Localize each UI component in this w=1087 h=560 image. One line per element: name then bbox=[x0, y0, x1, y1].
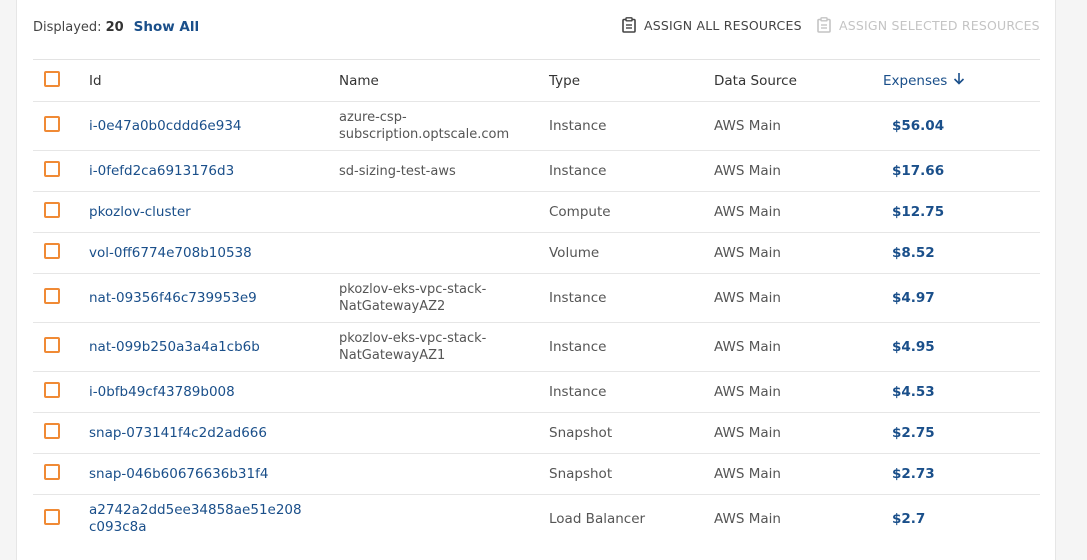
resource-name: azure-csp-subscription.optscale.com bbox=[339, 110, 510, 142]
resource-data-source: AWS Main bbox=[714, 101, 883, 151]
row-checkbox[interactable] bbox=[44, 423, 60, 439]
resource-id-link[interactable]: i-0e47a0b0cddd6e934 bbox=[89, 118, 304, 135]
resource-expenses: $2.75 bbox=[883, 412, 1040, 454]
displayed-label: Displayed: bbox=[33, 20, 102, 35]
resources-table: Id Name Type Data Source Expenses i-0e47… bbox=[33, 59, 1040, 544]
resource-expenses: $4.53 bbox=[883, 371, 1040, 413]
clipboard-icon bbox=[622, 17, 636, 33]
resource-id-link[interactable]: nat-099b250a3a4a1cb6b bbox=[89, 339, 304, 356]
assign-selected-label: ASSIGN SELECTED RESOURCES bbox=[839, 17, 1040, 33]
assign-all-resources-button[interactable]: ASSIGN ALL RESOURCES bbox=[622, 17, 802, 33]
resource-expenses: $56.04 bbox=[883, 101, 1040, 151]
assign-selected-resources-button[interactable]: ASSIGN SELECTED RESOURCES bbox=[817, 17, 1040, 33]
resource-data-source: AWS Main bbox=[714, 150, 883, 192]
resource-id-link[interactable]: vol-0ff6774e708b10538 bbox=[89, 245, 304, 262]
resource-type: Volume bbox=[549, 232, 714, 274]
row-checkbox[interactable] bbox=[44, 337, 60, 353]
table-row[interactable]: i-0bfb49cf43789b008 Instance AWS Main $4… bbox=[33, 371, 1040, 413]
row-checkbox[interactable] bbox=[44, 464, 60, 480]
resource-name: pkozlov-eks-vpc-stack-NatGatewayAZ2 bbox=[339, 282, 487, 314]
resource-expenses: $2.73 bbox=[883, 453, 1040, 495]
table-row[interactable]: nat-099b250a3a4a1cb6b pkozlov-eks-vpc-st… bbox=[33, 322, 1040, 372]
header-expenses-label: Expenses bbox=[883, 72, 948, 89]
resource-type: Instance bbox=[549, 322, 714, 372]
select-all-checkbox[interactable] bbox=[44, 70, 60, 87]
header-expenses-cell: Expenses bbox=[883, 59, 1040, 102]
resource-id-link[interactable]: i-0fefd2ca6913176d3 bbox=[89, 163, 304, 180]
resource-data-source: AWS Main bbox=[714, 453, 883, 495]
table-row[interactable]: vol-0ff6774e708b10538 Volume AWS Main $8… bbox=[33, 232, 1040, 274]
resource-id-link[interactable]: i-0bfb49cf43789b008 bbox=[89, 384, 304, 401]
resource-data-source: AWS Main bbox=[714, 191, 883, 233]
resource-expenses: $2.7 bbox=[883, 494, 1040, 544]
table-toolbar: Displayed: 20 Show All ASSIGN ALL RESOUR… bbox=[17, 0, 1055, 54]
resource-data-source: AWS Main bbox=[714, 232, 883, 274]
resource-type: Snapshot bbox=[549, 412, 714, 454]
show-all-link[interactable]: Show All bbox=[134, 19, 199, 35]
displayed-count: 20 bbox=[105, 20, 124, 35]
table-row[interactable]: i-0e47a0b0cddd6e934 azure-csp-subscripti… bbox=[33, 101, 1040, 151]
resource-data-source: AWS Main bbox=[714, 322, 883, 372]
resource-id-link[interactable]: nat-09356f46c739953e9 bbox=[89, 290, 304, 307]
resource-expenses: $4.95 bbox=[883, 322, 1040, 372]
resource-type: Instance bbox=[549, 371, 714, 413]
resource-type: Compute bbox=[549, 191, 714, 233]
resource-expenses: $12.75 bbox=[883, 191, 1040, 233]
resource-id-link[interactable]: snap-073141f4c2d2ad666 bbox=[89, 425, 304, 442]
resource-type: Instance bbox=[549, 273, 714, 323]
table-row[interactable]: nat-09356f46c739953e9 pkozlov-eks-vpc-st… bbox=[33, 273, 1040, 323]
row-checkbox[interactable] bbox=[44, 288, 60, 304]
table-header-row: Id Name Type Data Source Expenses bbox=[33, 59, 1040, 102]
resource-id-link[interactable]: snap-046b60676636b31f4 bbox=[89, 466, 304, 483]
row-checkbox[interactable] bbox=[44, 243, 60, 259]
resource-type: Snapshot bbox=[549, 453, 714, 495]
assign-all-label: ASSIGN ALL RESOURCES bbox=[644, 17, 802, 33]
row-checkbox[interactable] bbox=[44, 382, 60, 398]
table-row[interactable]: snap-046b60676636b31f4 Snapshot AWS Main… bbox=[33, 453, 1040, 495]
resource-data-source: AWS Main bbox=[714, 371, 883, 413]
displayed-counter: Displayed: 20 Show All bbox=[33, 19, 199, 35]
resource-data-source: AWS Main bbox=[714, 273, 883, 323]
header-name[interactable]: Name bbox=[339, 59, 549, 102]
resource-expenses: $8.52 bbox=[883, 232, 1040, 274]
resource-type: Load Balancer bbox=[549, 494, 714, 544]
table-row[interactable]: a2742a2dd5ee34858ae51e208c093c8a Load Ba… bbox=[33, 494, 1040, 544]
resource-expenses: $4.97 bbox=[883, 273, 1040, 323]
header-id[interactable]: Id bbox=[89, 59, 339, 102]
row-checkbox[interactable] bbox=[44, 202, 60, 218]
resource-type: Instance bbox=[549, 150, 714, 192]
resource-id-link[interactable]: pkozlov-cluster bbox=[89, 204, 304, 221]
clipboard-icon bbox=[817, 17, 831, 33]
table-row[interactable]: i-0fefd2ca6913176d3 sd-sizing-test-aws I… bbox=[33, 150, 1040, 192]
resource-type: Instance bbox=[549, 101, 714, 151]
table-row[interactable]: snap-073141f4c2d2ad666 Snapshot AWS Main… bbox=[33, 412, 1040, 454]
resources-panel: Displayed: 20 Show All ASSIGN ALL RESOUR… bbox=[16, 0, 1056, 560]
resource-data-source: AWS Main bbox=[714, 412, 883, 454]
resource-data-source: AWS Main bbox=[714, 494, 883, 544]
resource-name: pkozlov-eks-vpc-stack-NatGatewayAZ1 bbox=[339, 331, 487, 363]
header-type[interactable]: Type bbox=[549, 59, 714, 102]
table-row[interactable]: pkozlov-cluster Compute AWS Main $12.75 bbox=[33, 191, 1040, 233]
header-select-all-cell bbox=[33, 59, 89, 102]
header-expenses[interactable]: Expenses bbox=[883, 72, 1040, 89]
row-checkbox[interactable] bbox=[44, 116, 60, 132]
arrow-down-icon bbox=[953, 72, 965, 89]
resource-name: sd-sizing-test-aws bbox=[339, 163, 456, 179]
row-checkbox[interactable] bbox=[44, 161, 60, 177]
header-data-source[interactable]: Data Source bbox=[714, 59, 883, 102]
resource-expenses: $17.66 bbox=[883, 150, 1040, 192]
resource-id-link[interactable]: a2742a2dd5ee34858ae51e208c093c8a bbox=[89, 502, 304, 536]
row-checkbox[interactable] bbox=[44, 509, 60, 526]
